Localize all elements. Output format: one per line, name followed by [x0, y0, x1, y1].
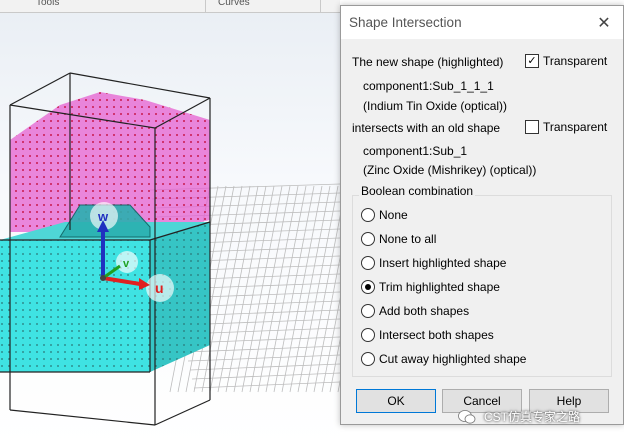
new-component-name: component1:Sub_1_1_1	[363, 79, 494, 93]
old-component-name: component1:Sub_1	[363, 144, 468, 158]
radio-indicator[interactable]	[361, 256, 375, 270]
radio-add-both[interactable]: Add both shapes	[361, 304, 469, 318]
checkbox-box[interactable]	[525, 120, 539, 134]
radio-none-to-all[interactable]: None to all	[361, 232, 436, 246]
chat-bubble-icon	[458, 409, 476, 425]
axis-v-label: v	[123, 258, 130, 270]
transparent-checkbox-new[interactable]: ✓ Transparent	[525, 54, 607, 68]
intersects-label: intersects with an old shape	[352, 121, 501, 135]
radio-label: Insert highlighted shape	[379, 256, 507, 270]
radio-label: None	[379, 208, 408, 222]
model-scene[interactable]: w v u	[0, 0, 340, 447]
axis-w-label: w	[97, 209, 109, 224]
watermark-text: CST仿真专家之路	[484, 410, 581, 424]
transparent-checkbox-old[interactable]: Transparent	[525, 120, 607, 134]
old-material-name: (Zinc Oxide (Mishrikey) (optical))	[363, 163, 537, 177]
3d-viewport[interactable]: Tools Curves w v u	[0, 0, 340, 447]
group-label: Boolean combination	[359, 184, 476, 198]
transparent-label: Transparent	[543, 54, 608, 68]
radio-label: Intersect both shapes	[379, 328, 494, 342]
axis-u-label: u	[155, 280, 164, 296]
radio-trim-highlighted[interactable]: Trim highlighted shape	[361, 280, 500, 294]
close-button[interactable]: ✕	[595, 14, 613, 32]
dialog-titlebar[interactable]: Shape Intersection ✕	[341, 6, 623, 39]
radio-intersect-both[interactable]: Intersect both shapes	[361, 328, 494, 342]
radio-label: Cut away highlighted shape	[379, 352, 527, 366]
radio-indicator[interactable]	[361, 352, 375, 366]
ok-button[interactable]: OK	[356, 389, 436, 413]
dialog-title: Shape Intersection	[349, 15, 462, 30]
radio-indicator[interactable]	[361, 304, 375, 318]
watermark: CST仿真专家之路	[458, 408, 580, 425]
new-material-name: (Indium Tin Oxide (optical))	[363, 99, 508, 113]
close-icon: ✕	[597, 15, 611, 32]
checkbox-box[interactable]: ✓	[525, 54, 539, 68]
radio-insert-highlighted[interactable]: Insert highlighted shape	[361, 256, 506, 270]
radio-indicator[interactable]	[361, 208, 375, 222]
new-shape-label: The new shape (highlighted)	[352, 55, 504, 69]
radio-label: Add both shapes	[379, 304, 470, 318]
transparent-label: Transparent	[543, 120, 608, 134]
shape-intersection-dialog: Shape Intersection ✕ The new shape (high…	[340, 5, 624, 425]
radio-cut-away-highlighted[interactable]: Cut away highlighted shape	[361, 352, 526, 366]
radio-none[interactable]: None	[361, 208, 408, 222]
radio-indicator[interactable]	[361, 232, 375, 246]
radio-label: None to all	[379, 232, 437, 246]
radio-indicator[interactable]	[361, 280, 375, 294]
radio-indicator[interactable]	[361, 328, 375, 342]
check-icon: ✓	[527, 55, 537, 67]
radio-label: Trim highlighted shape	[379, 280, 500, 294]
radio-selected-dot	[365, 284, 371, 290]
